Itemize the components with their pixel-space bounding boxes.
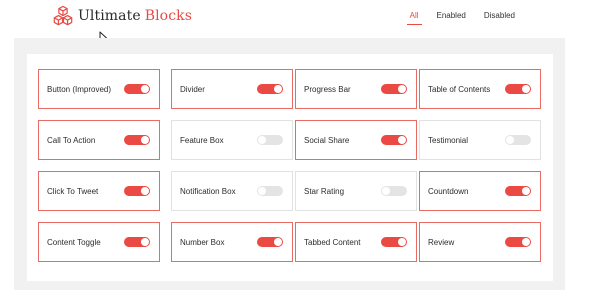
brand-name-primary: Ultimate [78,8,141,24]
block-label: Table of Contents [428,84,491,94]
tab-enabled[interactable]: Enabled [435,8,468,25]
block-toggle[interactable] [257,186,283,196]
block-label: Call To Action [47,135,96,145]
filter-tabs: All Enabled Disabled [406,8,517,25]
top-header: Ultimate Blocks All Enabled Disabled [0,0,595,36]
block-card-table-of-contents[interactable]: Table of Contents [419,69,541,109]
block-card-review[interactable]: Review [419,222,541,262]
block-label: Progress Bar [304,84,351,94]
block-toggle[interactable] [124,135,150,145]
block-card-tabbed-content[interactable]: Tabbed Content [295,222,417,262]
block-toggle[interactable] [505,186,531,196]
block-card-call-to-action[interactable]: Call To Action [38,120,160,160]
block-label: Notification Box [180,186,236,196]
block-card-progress-bar[interactable]: Progress Bar [295,69,417,109]
block-label: Countdown [428,186,469,196]
block-toggle[interactable] [124,84,150,94]
brand-name: Ultimate Blocks [78,8,192,24]
block-label: Testimonial [428,135,469,145]
brand-name-accent: Blocks [144,8,193,24]
block-toggle[interactable] [381,135,407,145]
block-card-content-toggle[interactable]: Content Toggle [38,222,160,262]
block-label: Divider [180,84,205,94]
block-card-social-share[interactable]: Social Share [295,120,417,160]
block-toggle[interactable] [124,237,150,247]
block-toggle[interactable] [505,135,531,145]
block-toggle[interactable] [257,237,283,247]
block-card-number-box[interactable]: Number Box [171,222,293,262]
block-label: Review [428,237,455,247]
block-card-notification-box[interactable]: Notification Box [171,171,293,211]
block-card-star-rating[interactable]: Star Rating [295,171,417,211]
block-label: Tabbed Content [304,237,361,247]
block-card-button-improved[interactable]: Button (Improved) [38,69,160,109]
cubes-icon [53,5,73,26]
block-label: Feature Box [180,135,224,145]
block-label: Number Box [180,237,225,247]
block-label: Content Toggle [47,237,101,247]
block-toggle[interactable] [124,186,150,196]
block-label: Star Rating [304,186,345,196]
block-toggle[interactable] [505,84,531,94]
block-toggle[interactable] [257,135,283,145]
blocks-grid: Button (Improved) Divider Progress Bar T… [27,54,553,281]
block-toggle[interactable] [381,237,407,247]
block-toggle[interactable] [257,84,283,94]
block-card-testimonial[interactable]: Testimonial [419,120,541,160]
block-label: Social Share [304,135,350,145]
block-label: Click To Tweet [47,186,99,196]
blocks-panel: Button (Improved) Divider Progress Bar T… [14,38,565,290]
block-toggle[interactable] [381,186,407,196]
block-card-feature-box[interactable]: Feature Box [171,120,293,160]
tab-all[interactable]: All [406,8,422,25]
tab-disabled[interactable]: Disabled [482,8,517,25]
brand-logo[interactable]: Ultimate Blocks [52,3,192,29]
block-toggle[interactable] [381,84,407,94]
block-label: Button (Improved) [47,84,112,94]
block-card-divider[interactable]: Divider [171,69,293,109]
block-toggle[interactable] [505,237,531,247]
block-card-click-to-tweet[interactable]: Click To Tweet [38,171,160,211]
block-card-countdown[interactable]: Countdown [419,171,541,211]
